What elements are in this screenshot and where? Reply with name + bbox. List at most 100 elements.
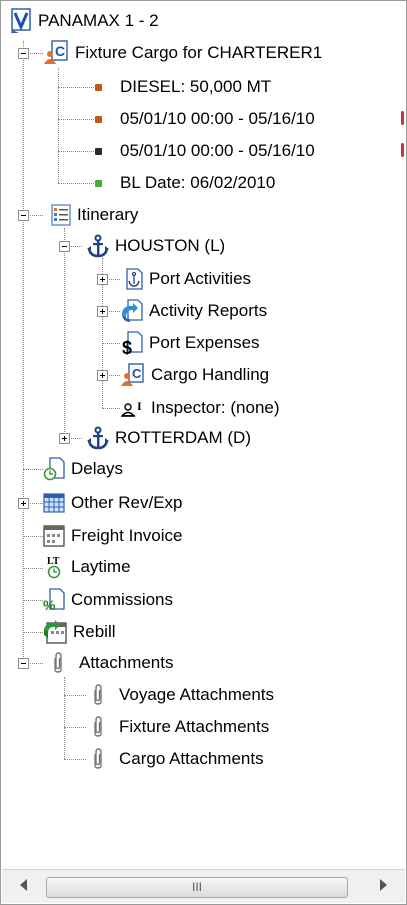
activity-reports-icon [121,299,143,323]
list-icon [51,204,71,226]
tree-node-label: Itinerary [77,205,139,224]
tree-node-label: Voyage Attachments [119,685,274,704]
svg-text:I: I [137,399,142,413]
svg-text:$: $ [122,338,132,355]
tree-node-label: Laytime [71,557,131,576]
rebill-icon [43,620,67,644]
grid-icon [43,493,65,513]
tree-node-attachments[interactable]: Attachments [51,651,174,675]
voyage-tree-panel: PANAMAX 1 - 2 C Fixture Cargo for CHARTE… [0,0,407,905]
tree-node-label: Port Expenses [149,333,260,352]
collapse-toggle[interactable] [59,241,70,252]
tree-node-fixture[interactable]: C Fixture Cargo for CHARTERER1 [43,40,323,66]
paperclip-icon [91,748,105,770]
tree-node-label: Freight Invoice [71,526,183,545]
expand-toggle[interactable] [59,433,70,444]
cargo-detail-item[interactable]: DIESEL: 50,000 MT [95,75,271,99]
cargo-detail-item[interactable]: 05/01/10 00:00 - 05/16/10 [95,139,315,163]
expand-toggle[interactable] [18,498,29,509]
tree-node-label: Inspector: (none) [151,398,280,417]
expand-toggle[interactable] [97,306,108,317]
tree-node-label: Commissions [71,590,174,609]
invoice-icon [43,525,65,547]
anchor-icon [87,426,109,450]
tree-node-label: Fixture Cargo for CHARTERER1 [75,43,323,62]
tree-node-laytime[interactable]: LT Laytime [45,555,131,579]
tree-node-other-rev-exp[interactable]: Other Rev/Exp [43,491,183,515]
tree-node-inspector[interactable]: I Inspector: (none) [120,396,280,420]
tree-node-commissions[interactable]: % Commissions [43,588,174,613]
bullet-icon [95,179,102,187]
tree-node-label: Other Rev/Exp [71,493,183,512]
tree-node-label: Rebill [73,622,116,641]
tree-node-root[interactable]: PANAMAX 1 - 2 [10,8,159,33]
tree-node-voyage-attachments[interactable]: Voyage Attachments [91,683,274,707]
clipped-text-fragment [401,143,404,157]
tree-node-activity-reports[interactable]: Activity Reports [121,299,267,323]
clipped-text-fragment [401,111,404,125]
horizontal-scrollbar[interactable]: III [2,869,405,903]
tree-node-cargo-handling[interactable]: C Cargo Handling [121,363,269,387]
tree-line [58,151,94,152]
tree-line [23,632,43,633]
tree-node-label: Cargo Attachments [119,749,264,768]
tree-line [102,408,120,409]
scrollbar-thumb[interactable]: III [46,877,348,898]
tree-line [64,695,86,696]
tree-node-label: Attachments [79,653,174,672]
tree-line [23,469,43,470]
tree-node-itinerary[interactable]: Itinerary [51,203,138,227]
tree-node-fixture-attachments[interactable]: Fixture Attachments [91,715,269,739]
bullet-icon [95,83,102,91]
percent-doc-icon: % [43,588,65,613]
tree-node-label: Cargo Handling [151,365,270,384]
tree-node-rebill[interactable]: Rebill [43,620,116,644]
tree-node-freight-invoice[interactable]: Freight Invoice [43,524,183,548]
tree-node-label: ROTTERDAM (D) [115,428,251,447]
scroll-left-arrow-icon[interactable] [20,879,27,891]
laytime-icon: LT [45,554,65,580]
cargo-detail-item[interactable]: BL Date: 06/02/2010 [95,171,275,195]
tree-node-port-expenses[interactable]: $ Port Expenses [121,331,260,358]
tree-line [64,727,86,728]
collapse-toggle[interactable] [18,48,29,59]
expand-toggle[interactable] [97,274,108,285]
tree-line [58,183,94,184]
tree-line [23,600,43,601]
tree-node-port-activities[interactable]: Port Activities [121,267,251,291]
tree-node-port-houston[interactable]: HOUSTON (L) [87,234,225,258]
tree-line [23,41,24,215]
tree-line [102,343,120,344]
collapse-toggle[interactable] [18,658,29,669]
tree-line [23,215,24,663]
svg-text:C: C [55,43,65,59]
tree-node-label: Activity Reports [149,301,268,320]
tree-line [58,87,94,88]
tree-line [58,119,94,120]
tree-node-label: HOUSTON (L) [115,236,226,255]
cargo-detail-item[interactable]: 05/01/10 00:00 - 05/16/10 [95,107,315,131]
tree-node-label: 05/01/10 00:00 - 05/16/10 [120,109,315,128]
collapse-toggle[interactable] [18,210,29,221]
paperclip-icon [91,684,105,706]
paperclip-icon [51,652,65,674]
bullet-icon [95,147,102,155]
anchor-icon [87,234,109,258]
inspector-icon: I [120,398,145,418]
tree-node-port-rotterdam[interactable]: ROTTERDAM (D) [87,426,251,450]
scroll-right-arrow-icon[interactable] [380,879,387,891]
cargo-c-icon: C [43,40,69,66]
cargo-c-icon: C [121,363,145,387]
tree-node-label: BL Date: 06/02/2010 [120,173,276,192]
paperclip-icon [91,716,105,738]
tree-node-cargo-attachments[interactable]: Cargo Attachments [91,747,264,771]
tree-line [64,677,65,759]
tree-node-delays[interactable]: Delays [43,457,123,481]
scrollbar-grip: III [191,880,202,894]
svg-text:LT: LT [47,556,60,567]
voyage-tree: PANAMAX 1 - 2 C Fixture Cargo for CHARTE… [1,1,406,869]
port-activities-icon [121,268,143,290]
tree-line [23,568,43,569]
expand-toggle[interactable] [97,370,108,381]
tree-line [23,536,43,537]
